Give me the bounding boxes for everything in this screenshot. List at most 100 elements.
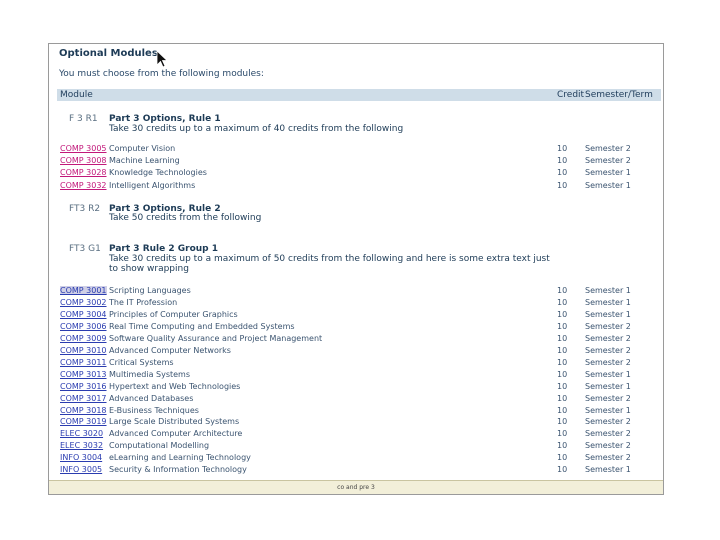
module-credit: 10 xyxy=(557,180,568,190)
module-name: Principles of Computer Graphics xyxy=(109,309,238,319)
table-row: COMP 3032 Intelligent Algorithms 10 Semeste… xyxy=(60,181,660,192)
rule-title: Part 3 Rule 2 Group 1 xyxy=(109,244,219,254)
module-credit: 10 xyxy=(557,144,568,153)
intro-text: You must choose from the following modul… xyxy=(59,69,264,79)
header-credit: Credit xyxy=(557,90,585,100)
module-code-link[interactable]: COMP 3002 xyxy=(60,298,107,307)
module-name: Machine Learning xyxy=(109,156,180,166)
table-row: ELEC 3032 Computational Modelling 10 Semest… xyxy=(60,441,660,452)
table-row: COMP 3011 Critical Systems 10 Semester 2 xyxy=(60,358,660,369)
rule-code: FT3 G1 xyxy=(69,244,101,254)
header-semester: Semester/Term xyxy=(585,90,653,100)
module-semester: Semester 2 xyxy=(585,345,631,355)
module-name: Security & Information Technology xyxy=(109,465,247,475)
module-code-link[interactable]: COMP 3028 xyxy=(60,168,107,177)
module-semester: Semester 2 xyxy=(585,333,631,343)
module-semester: Semester 2 xyxy=(585,156,631,166)
table-row: ELEC 3020 Advanced Computer Architecture 1… xyxy=(60,429,660,440)
module-code-link[interactable]: COMP 3001 xyxy=(60,286,107,295)
module-semester: Semester 1 xyxy=(585,405,631,415)
module-credit: 10 xyxy=(557,465,568,475)
module-name: Software Quality Assurance and Project M… xyxy=(109,333,323,343)
table-row: COMP 3009 Software Quality Assurance and … xyxy=(60,334,660,345)
module-credit: 10 xyxy=(557,453,568,463)
module-semester: Semester 2 xyxy=(585,321,631,331)
module-code-link[interactable]: COMP 3016 xyxy=(60,382,107,391)
page-title: Optional Modules xyxy=(59,48,158,59)
module-code-link[interactable]: INFO 3004 xyxy=(60,453,102,462)
table-row: INFO 3004 eLearning and Learning Technolo… xyxy=(60,453,660,464)
table-row: INFO 3005 Security & Information Technolo… xyxy=(60,465,660,476)
module-name: Scripting Languages xyxy=(109,286,191,295)
module-semester: Semester 1 xyxy=(585,180,631,190)
table-row: COMP 3010 Advanced Computer Networks 10 Sem… xyxy=(60,346,660,357)
module-code-link[interactable]: ELEC 3020 xyxy=(60,429,103,438)
module-code-link[interactable]: COMP 3019 xyxy=(60,417,107,426)
module-name: eLearning and Learning Technology xyxy=(109,453,251,463)
table-row: COMP 3002 The IT Profession 10 Semester 1 xyxy=(60,298,660,309)
rule-code: FT3 R2 xyxy=(69,204,101,214)
module-name: Advanced Computer Architecture xyxy=(109,429,243,439)
table-header: Module Credit Semester/Term xyxy=(57,89,661,101)
module-semester: Semester 1 xyxy=(585,309,631,319)
module-credit: 10 xyxy=(557,345,568,355)
module-semester: Semester 1 xyxy=(585,286,631,295)
table-row: COMP 3001 Scripting Languages 10 Semester 1 xyxy=(60,286,660,297)
table-row: COMP 3017 Advanced Databases 10 Semester 2 xyxy=(60,394,660,405)
module-semester: Semester 2 xyxy=(585,441,631,451)
module-code-link[interactable]: COMP 3008 xyxy=(60,156,107,165)
header-module: Module xyxy=(60,90,93,100)
module-code-link[interactable]: COMP 3013 xyxy=(60,370,107,379)
module-semester: Semester 2 xyxy=(585,393,631,403)
module-credit: 10 xyxy=(557,297,568,307)
module-code-link[interactable]: COMP 3011 xyxy=(60,358,107,367)
module-name: Real Time Computing and Embedded Systems xyxy=(109,321,295,331)
footer-bar: co and pre 3 xyxy=(49,480,663,494)
module-code-link[interactable]: COMP 3010 xyxy=(60,346,107,355)
module-semester: Semester 1 xyxy=(585,465,631,475)
module-credit: 10 xyxy=(557,381,568,391)
module-code-link[interactable]: COMP 3009 xyxy=(60,334,107,343)
module-semester: Semester 2 xyxy=(585,357,631,367)
module-credit: 10 xyxy=(557,321,568,331)
module-credit: 10 xyxy=(557,417,568,427)
table-row: COMP 3008 Machine Learning 10 Semester 2 xyxy=(60,156,660,167)
table-row: COMP 3016 Hypertext and Web Technologies 1… xyxy=(60,382,660,393)
module-credit: 10 xyxy=(557,333,568,343)
rule-title: Part 3 Options, Rule 1 xyxy=(109,114,221,124)
module-semester: Semester 1 xyxy=(585,381,631,391)
arrow-cursor-icon xyxy=(156,50,168,68)
module-credit: 10 xyxy=(557,429,568,439)
module-semester: Semester 1 xyxy=(585,369,631,379)
module-name: Hypertext and Web Technologies xyxy=(109,381,241,391)
module-name: Critical Systems xyxy=(109,357,174,367)
module-code-link[interactable]: COMP 3004 xyxy=(60,310,107,319)
module-name: E-Business Techniques xyxy=(109,405,199,415)
module-semester: Semester 1 xyxy=(585,297,631,307)
module-semester: Semester 2 xyxy=(585,417,631,427)
module-code-link[interactable]: COMP 3005 xyxy=(60,144,107,153)
module-name: Large Scale Distributed Systems xyxy=(109,417,240,427)
module-code-link[interactable]: COMP 3017 xyxy=(60,394,107,403)
module-name: The IT Profession xyxy=(109,297,178,307)
module-name: Computational Modelling xyxy=(109,441,210,451)
table-row: COMP 3004 Principles of Computer Graphics… xyxy=(60,310,660,321)
table-row: COMP 3028 Knowledge Technologies 10 Semeste… xyxy=(60,168,660,179)
module-semester: Semester 2 xyxy=(585,144,631,153)
module-name: Knowledge Technologies xyxy=(109,168,207,178)
module-name: Intelligent Algorithms xyxy=(109,180,196,190)
module-credit: 10 xyxy=(557,357,568,367)
rule-description: Take 30 credits up to a maximum of 40 cr… xyxy=(109,124,404,134)
module-code-link[interactable]: COMP 3006 xyxy=(60,322,107,331)
module-code-link[interactable]: INFO 3005 xyxy=(60,465,102,474)
table-row: COMP 3006 Real Time Computing and Embedde… xyxy=(60,322,660,333)
module-credit: 10 xyxy=(557,286,568,295)
module-name: Multimedia Systems xyxy=(109,369,191,379)
module-code-link[interactable]: COMP 3032 xyxy=(60,181,107,190)
rule-code: F 3 R1 xyxy=(69,114,98,124)
module-name: Advanced Computer Networks xyxy=(109,345,231,355)
module-code-link[interactable]: ELEC 3032 xyxy=(60,441,103,450)
rule-description: Take 30 credits up to a maximum of 50 cr… xyxy=(109,254,550,274)
module-credit: 10 xyxy=(557,369,568,379)
module-code-link[interactable]: COMP 3018 xyxy=(60,406,107,415)
